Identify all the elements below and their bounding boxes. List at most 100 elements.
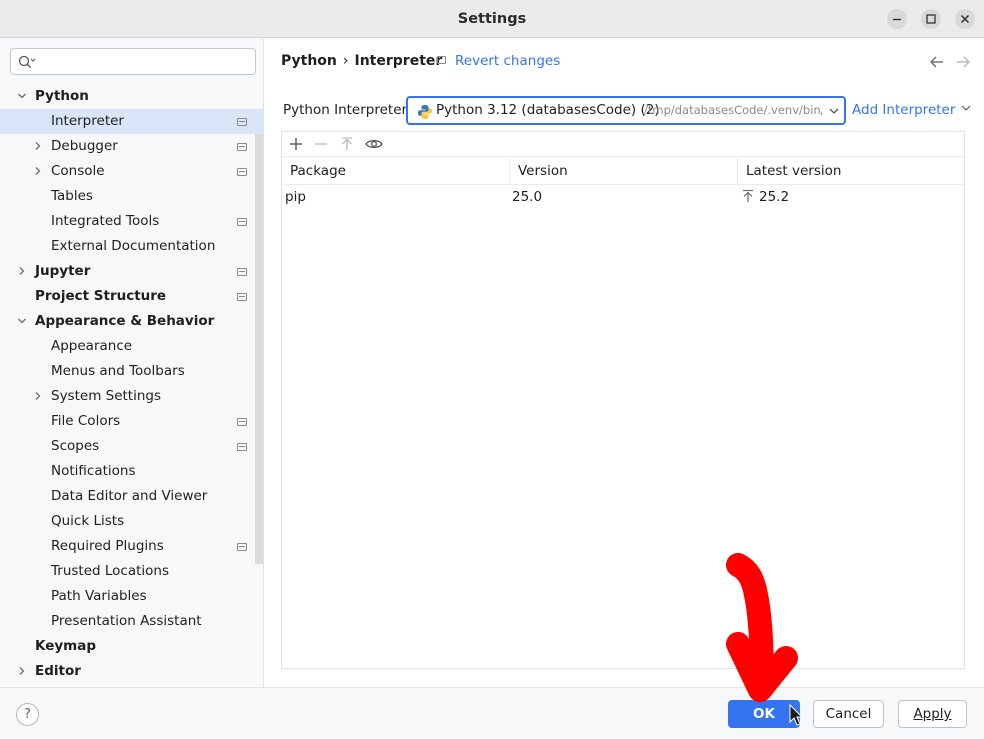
- packages-panel: Package Version Latest version pip 25.0 …: [281, 131, 965, 669]
- package-name-cell: pip: [285, 189, 306, 205]
- project-level-settings-icon: [237, 168, 247, 176]
- sidebar-item-label: Quick Lists: [51, 513, 125, 529]
- sidebar-item-external-documentation[interactable]: External Documentation: [0, 234, 264, 259]
- package-latest-version: 25.2: [759, 189, 790, 205]
- sidebar-item-integrated-tools[interactable]: Integrated Tools: [0, 209, 264, 234]
- close-button[interactable]: [955, 9, 975, 29]
- settings-sidebar: Python Interpreter Debugger Console Tables In…: [0, 38, 264, 687]
- sidebar-item-system-settings[interactable]: System Settings: [0, 384, 264, 409]
- column-header-latest-version[interactable]: Latest version: [738, 158, 964, 185]
- sidebar-item-presentation-assistant[interactable]: Presentation Assistant: [0, 609, 264, 634]
- chevron-right-icon[interactable]: [33, 166, 43, 176]
- sidebar-item-label: Console: [51, 163, 105, 179]
- revert-changes-link[interactable]: Revert changes: [437, 49, 560, 73]
- sidebar-item-quick-lists[interactable]: Quick Lists: [0, 509, 264, 534]
- project-level-settings-icon: [237, 118, 247, 126]
- sidebar-item-editor[interactable]: Editor: [0, 659, 264, 684]
- chevron-right-icon[interactable]: [33, 391, 43, 401]
- interpreter-path: /tmp/databasesCode/.venv/bin/p: [644, 103, 822, 117]
- project-level-settings-icon: [237, 293, 247, 301]
- sidebar-item-path-variables[interactable]: Path Variables: [0, 584, 264, 609]
- python-icon: [418, 105, 432, 119]
- modified-marker-icon: [437, 56, 446, 64]
- project-level-settings-icon: [237, 443, 247, 451]
- forward-arrow-icon[interactable]: [955, 55, 971, 69]
- apply-button[interactable]: Apply: [898, 700, 967, 728]
- project-level-settings-icon: [237, 543, 247, 551]
- cancel-button[interactable]: Cancel: [813, 700, 884, 728]
- sidebar-item-label: Notifications: [51, 463, 136, 479]
- window-title: Settings: [457, 11, 527, 27]
- apply-button-label: Apply: [913, 706, 952, 722]
- upgrade-package-icon[interactable]: [339, 136, 355, 152]
- add-interpreter-button[interactable]: Add Interpreter: [852, 98, 972, 122]
- sidebar-item-label: Menus and Toolbars: [51, 363, 185, 379]
- column-header-package[interactable]: Package: [282, 158, 510, 185]
- sidebar-item-scopes[interactable]: Scopes: [0, 434, 264, 459]
- add-interpreter-label: Add Interpreter: [852, 102, 956, 118]
- chevron-down-icon: [829, 108, 839, 114]
- sidebar-item-trusted-locations[interactable]: Trusted Locations: [0, 559, 264, 584]
- revert-changes-label: Revert changes: [455, 53, 561, 69]
- settings-search-input[interactable]: [10, 48, 256, 75]
- column-header-version[interactable]: Version: [510, 158, 738, 185]
- breadcrumb-separator: ›: [342, 53, 349, 69]
- chevron-down-icon[interactable]: [17, 316, 27, 326]
- close-icon: [960, 14, 970, 24]
- package-version-cell: 25.0: [512, 189, 543, 205]
- sidebar-item-project-structure[interactable]: Project Structure: [0, 284, 264, 309]
- search-icon: [18, 55, 36, 68]
- sidebar-item-label: Editor: [35, 663, 81, 679]
- sidebar-item-menus-and-toolbars[interactable]: Menus and Toolbars: [0, 359, 264, 384]
- chevron-right-icon[interactable]: [17, 666, 27, 676]
- sidebar-item-debugger[interactable]: Debugger: [0, 134, 264, 159]
- sidebar-item-label: Jupyter: [35, 263, 91, 279]
- python-interpreter-dropdown[interactable]: Python 3.12 (databasesCode) (2) /tmp/dat…: [406, 96, 846, 125]
- packages-toolbar: [282, 132, 964, 157]
- sidebar-item-label: Tables: [51, 188, 93, 204]
- sidebar-item-appearance-behavior[interactable]: Appearance & Behavior: [0, 309, 264, 334]
- maximize-button[interactable]: [921, 9, 941, 29]
- sidebar-item-label: Data Editor and Viewer: [51, 488, 208, 504]
- sidebar-item-tables[interactable]: Tables: [0, 184, 264, 209]
- chevron-down-icon: [961, 105, 971, 111]
- back-arrow-icon[interactable]: [929, 55, 945, 69]
- sidebar-item-interpreter[interactable]: Interpreter: [0, 109, 264, 134]
- minimize-button[interactable]: [887, 9, 907, 29]
- maximize-icon: [926, 14, 936, 24]
- sidebar-item-label: Scopes: [51, 438, 100, 454]
- add-package-icon[interactable]: [288, 136, 304, 152]
- breadcrumb-current: Interpreter: [354, 53, 443, 69]
- upgrade-available-icon: [743, 189, 753, 202]
- sidebar-item-console[interactable]: Console: [0, 159, 264, 184]
- project-level-settings-icon: [237, 418, 247, 426]
- sidebar-item-label: Trusted Locations: [51, 563, 169, 579]
- chevron-right-icon[interactable]: [33, 141, 43, 151]
- sidebar-item-python[interactable]: Python: [0, 84, 264, 109]
- show-early-releases-eye-icon[interactable]: [364, 136, 384, 152]
- sidebar-item-label: Python: [35, 88, 89, 104]
- sidebar-item-keymap[interactable]: Keymap: [0, 634, 264, 659]
- sidebar-item-label: Integrated Tools: [51, 213, 160, 229]
- sidebar-item-label: Project Structure: [35, 288, 167, 304]
- sidebar-item-label: Appearance & Behavior: [35, 313, 215, 329]
- sidebar-item-jupyter[interactable]: Jupyter: [0, 259, 264, 284]
- sidebar-item-appearance[interactable]: Appearance: [0, 334, 264, 359]
- ok-button[interactable]: OK: [728, 700, 800, 728]
- sidebar-item-label: Interpreter: [51, 113, 124, 129]
- remove-package-icon[interactable]: [313, 136, 329, 152]
- sidebar-item-label: Keymap: [35, 638, 97, 654]
- sidebar-item-required-plugins[interactable]: Required Plugins: [0, 534, 264, 559]
- help-button[interactable]: ?: [16, 703, 39, 726]
- sidebar-item-notifications[interactable]: Notifications: [0, 459, 264, 484]
- chevron-right-icon[interactable]: [17, 266, 27, 276]
- sidebar-item-label: System Settings: [51, 388, 162, 404]
- interpreter-name: Python 3.12 (databasesCode) (2): [436, 102, 660, 118]
- chevron-down-icon[interactable]: [17, 91, 27, 101]
- project-level-settings-icon: [237, 268, 247, 276]
- breadcrumb-parent[interactable]: Python: [281, 53, 337, 69]
- sidebar-scrollbar[interactable]: [255, 134, 263, 564]
- sidebar-item-data-editor-and-viewer[interactable]: Data Editor and Viewer: [0, 484, 264, 509]
- sidebar-item-label: Presentation Assistant: [51, 613, 202, 629]
- sidebar-item-file-colors[interactable]: File Colors: [0, 409, 264, 434]
